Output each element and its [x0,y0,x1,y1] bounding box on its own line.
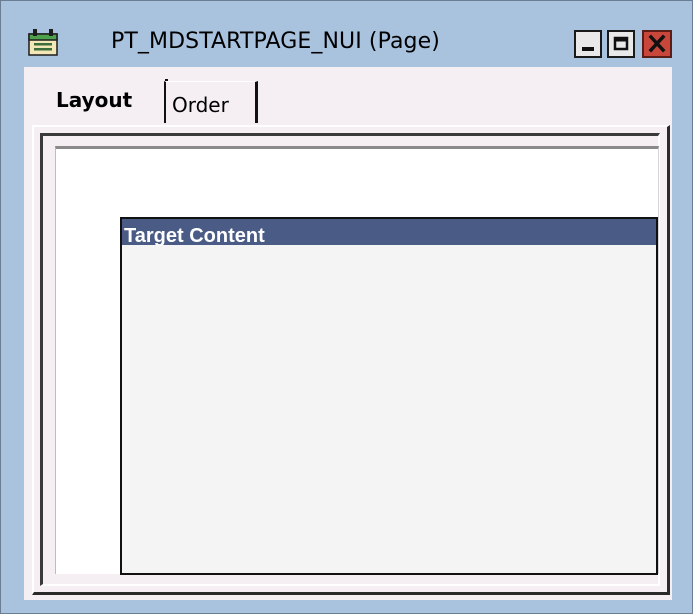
minimize-icon [582,47,594,51]
window-title: PT_MDSTARTPAGE_NUI (Page) [111,29,440,54]
target-content-groupbox[interactable]: Target Content [120,217,658,575]
close-button[interactable] [642,30,672,58]
minimize-button[interactable] [574,30,602,58]
page-design-canvas[interactable]: Target Content [55,146,659,575]
tab-layout[interactable]: Layout [45,79,165,123]
tab-order[interactable]: Order [164,81,258,123]
page-definition-icon [28,29,58,56]
groupbox-header[interactable]: Target Content [122,219,656,245]
tab-page-frame: Target Content [32,125,670,595]
page-definition-window: PT_MDSTARTPAGE_NUI (Page) Layout Order T… [0,0,693,614]
tab-page-inner-frame: Target Content [40,133,660,586]
maximize-button[interactable] [607,30,635,58]
window-client-area: Layout Order Target Content [24,67,672,600]
maximize-icon [613,36,629,51]
close-icon [648,34,666,53]
title-bar[interactable]: PT_MDSTARTPAGE_NUI (Page) [1,1,692,67]
